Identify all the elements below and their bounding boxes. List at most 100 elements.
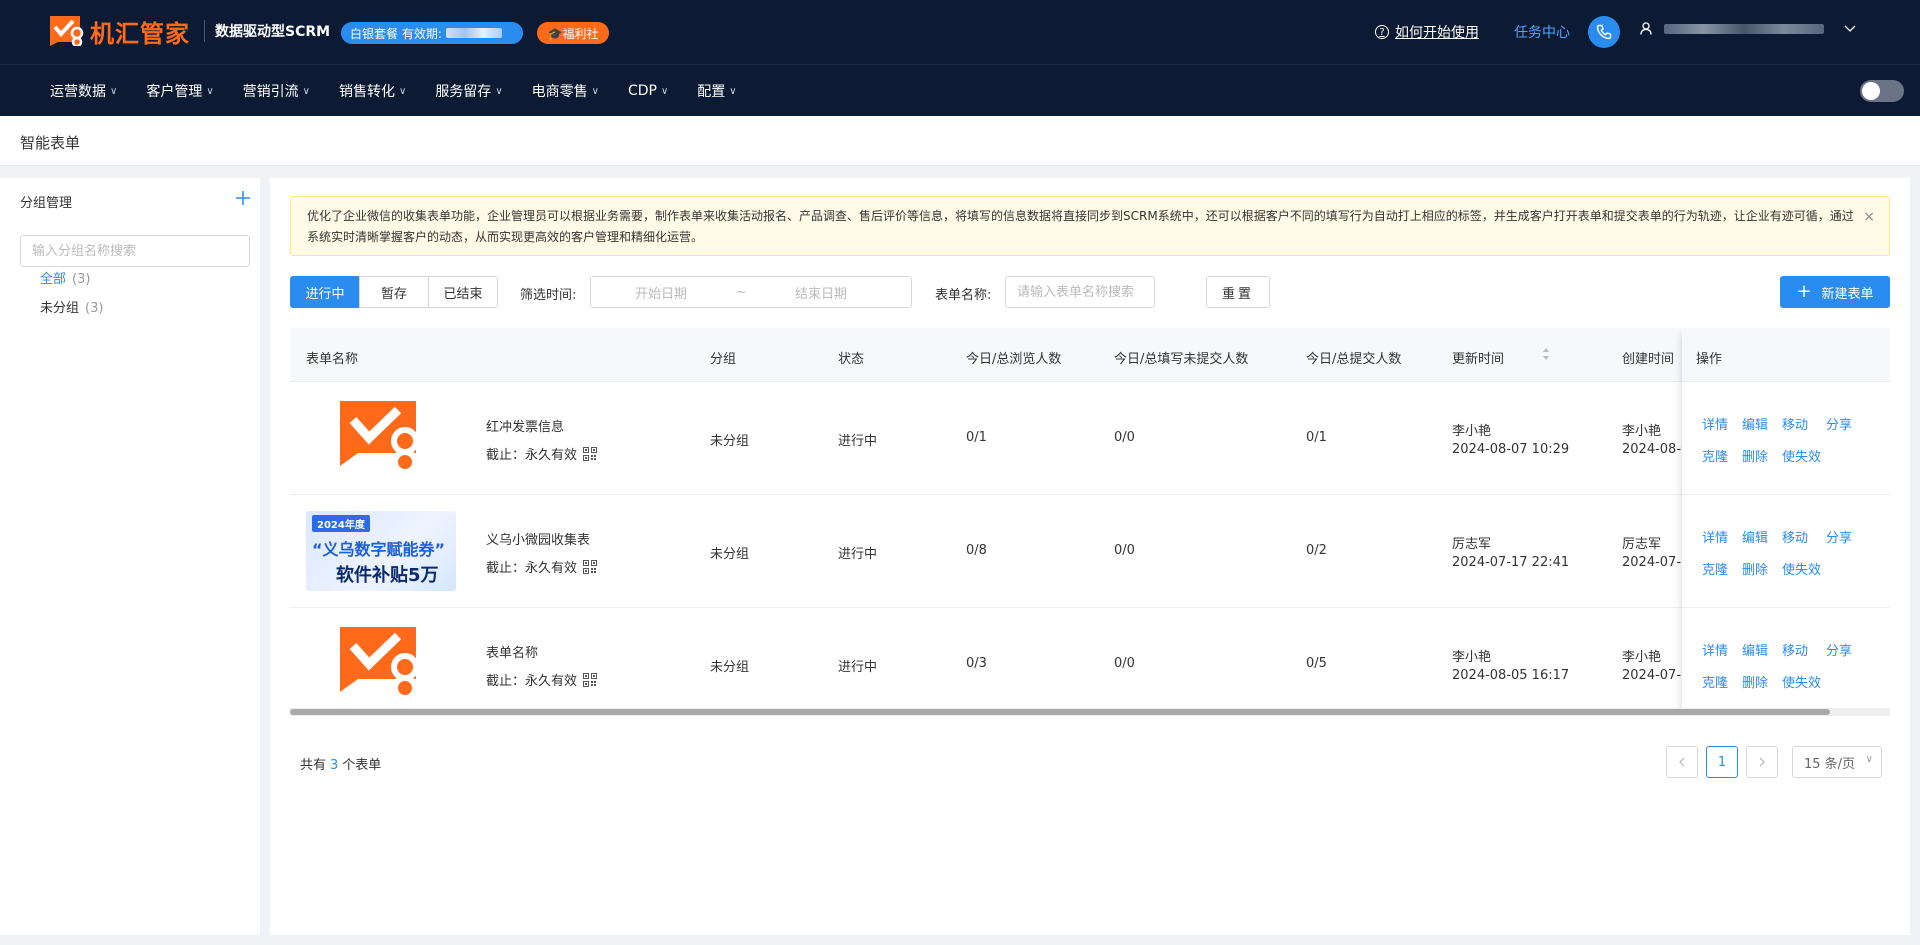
qr-code-icon[interactable] <box>583 560 598 574</box>
add-group-button[interactable] <box>236 186 250 210</box>
total-number: 3 <box>330 758 339 773</box>
action-link[interactable]: 使失效 <box>1782 672 1821 691</box>
col-header: 今日/总填写未提交人数 <box>1114 352 1249 367</box>
form-thumbnail-logo <box>306 624 456 704</box>
qr-code-icon[interactable] <box>583 673 598 687</box>
form-name[interactable]: 表单名称 <box>486 642 538 661</box>
horizontal-scrollbar[interactable] <box>290 708 1890 716</box>
form-submitted: 0/1 <box>1306 430 1327 445</box>
action-link[interactable]: 编辑 <box>1742 640 1768 659</box>
nav-item[interactable]: 客户管理 ∨ <box>146 81 213 101</box>
action-link[interactable]: 编辑 <box>1742 414 1768 433</box>
nav-item[interactable]: 配置 ∨ <box>697 81 736 101</box>
action-link[interactable]: 删除 <box>1742 446 1768 465</box>
status-tab[interactable]: 进行中 <box>290 276 360 308</box>
status-tab[interactable]: 已结束 <box>428 276 498 308</box>
page-header: 智能表单 <box>0 116 1920 166</box>
task-center-link[interactable]: 任务中心 <box>1514 22 1570 42</box>
action-link[interactable]: 详情 <box>1702 414 1728 433</box>
phone-icon <box>1596 24 1612 40</box>
col-header-actions: 操作 <box>1696 352 1723 367</box>
action-link[interactable]: 克隆 <box>1702 446 1728 465</box>
form-views: 0/8 <box>966 543 987 558</box>
theme-toggle[interactable] <box>1860 80 1904 102</box>
nav-item[interactable]: 运营数据 ∨ <box>50 81 117 101</box>
page-title: 智能表单 <box>20 134 81 152</box>
created-by: 厉志军 <box>1622 537 1662 552</box>
nav-item[interactable]: 电商零售 ∨ <box>532 81 599 101</box>
sidebar-group-item[interactable]: 未分组 (3) <box>40 297 103 316</box>
action-link[interactable]: 使失效 <box>1782 559 1821 578</box>
page-1-button[interactable]: 1 <box>1706 746 1738 778</box>
updated-by: 厉志军 <box>1452 537 1492 552</box>
help-link[interactable]: ? 如何开始使用 <box>1375 22 1479 42</box>
reset-button[interactable]: 重置 <box>1206 276 1270 308</box>
action-link[interactable]: 分享 <box>1826 640 1852 659</box>
action-link[interactable]: 分享 <box>1826 414 1852 433</box>
chevron-right-icon <box>1759 757 1765 767</box>
brand-logo[interactable]: 机汇管家 数据驱动型SCRM <box>50 14 330 48</box>
form-submitted: 0/5 <box>1306 656 1327 671</box>
action-link[interactable]: 移动 <box>1782 414 1808 433</box>
form-group: 未分组 <box>710 547 750 562</box>
deadline-text: 截止：永久有效 <box>486 448 578 463</box>
form-views: 0/3 <box>966 656 987 671</box>
banner-line2: 软件补贴5万 <box>336 565 439 586</box>
scrollbar-thumb[interactable] <box>290 709 1830 715</box>
date-range-picker[interactable]: 开始日期 ~ 结束日期 <box>590 276 912 308</box>
user-name-redacted <box>1664 23 1824 34</box>
sidebar-group-item[interactable]: 全部 (3) <box>40 268 90 287</box>
page-size-select[interactable]: 15 条/页 ∨ <box>1792 746 1882 778</box>
notice-text: 优化了企业微信的收集表单功能，企业管理员可以根据业务需要，制作表单来收集活动报名… <box>307 209 1854 244</box>
form-name[interactable]: 红冲发票信息 <box>486 416 564 435</box>
action-link[interactable]: 详情 <box>1702 527 1728 546</box>
user-menu[interactable] <box>1640 22 1856 35</box>
col-header: 表单名称 <box>306 352 359 367</box>
nav-item-label: 营销引流 <box>242 84 299 100</box>
group-count: (3) <box>72 272 91 287</box>
close-icon[interactable]: × <box>1863 207 1875 228</box>
action-link[interactable]: 移动 <box>1782 527 1808 546</box>
phone-button[interactable] <box>1588 16 1620 48</box>
action-link[interactable]: 移动 <box>1782 640 1808 659</box>
nav-item-label: 客户管理 <box>146 84 203 100</box>
status-tab[interactable]: 暂存 <box>359 276 429 308</box>
action-link[interactable]: 分享 <box>1826 527 1852 546</box>
chevron-down-icon: ∨ <box>398 85 407 97</box>
qr-code-icon[interactable] <box>583 447 598 461</box>
action-link[interactable]: 编辑 <box>1742 527 1768 546</box>
welfare-badge[interactable]: 🎓福利社 <box>537 22 609 44</box>
action-link[interactable]: 使失效 <box>1782 446 1821 465</box>
total-count: 共有 3 个表单 <box>300 754 381 773</box>
table-row[interactable]: 表单名称 截止：永久有效 未分组 进行中 0/3 0/0 0/5 李小艳 2024-08-05 … <box>290 608 1890 718</box>
brand-logo-icon <box>50 16 84 46</box>
sort-icon[interactable] <box>1542 347 1550 365</box>
created-by: 李小艳 <box>1622 650 1662 665</box>
form-status: 进行中 <box>838 547 878 562</box>
nav-item[interactable]: 销售转化 ∨ <box>339 81 406 101</box>
nav-item[interactable]: CDP ∨ <box>628 83 668 99</box>
group-label: 全部 <box>40 272 67 287</box>
nav-item[interactable]: 服务留存 ∨ <box>435 81 502 101</box>
end-date-input[interactable]: 结束日期 <box>751 283 891 302</box>
col-header: 创建时间 <box>1622 352 1675 367</box>
nav-item-label: CDP <box>627 83 657 99</box>
table-row[interactable]: 红冲发票信息 截止：永久有效 未分组 进行中 0/1 0/0 0/1 李小艳 2024-08-0… <box>290 382 1890 495</box>
action-link[interactable]: 删除 <box>1742 672 1768 691</box>
action-link[interactable]: 删除 <box>1742 559 1768 578</box>
action-link[interactable]: 克隆 <box>1702 672 1728 691</box>
form-name-search-input[interactable] <box>1005 276 1155 308</box>
start-date-input[interactable]: 开始日期 <box>591 283 731 302</box>
group-search-input[interactable] <box>20 235 250 267</box>
prev-page-button[interactable] <box>1666 746 1698 778</box>
action-link[interactable]: 克隆 <box>1702 559 1728 578</box>
created-by: 李小艳 <box>1622 424 1662 439</box>
chevron-down-icon: ∨ <box>1865 754 1873 765</box>
action-link[interactable]: 详情 <box>1702 640 1728 659</box>
package-badge[interactable]: 白银套餐 有效期: <box>341 22 523 44</box>
nav-item[interactable]: 营销引流 ∨ <box>243 81 310 101</box>
table-row[interactable]: 2024年度 “义乌数字赋能券” 软件补贴5万 义乌小微园收集表 截止：永久有效 未分组 进… <box>290 495 1890 608</box>
form-name[interactable]: 义乌小微园收集表 <box>486 529 590 548</box>
new-form-button[interactable]: + 新建表单 <box>1780 276 1890 308</box>
next-page-button[interactable] <box>1746 746 1778 778</box>
